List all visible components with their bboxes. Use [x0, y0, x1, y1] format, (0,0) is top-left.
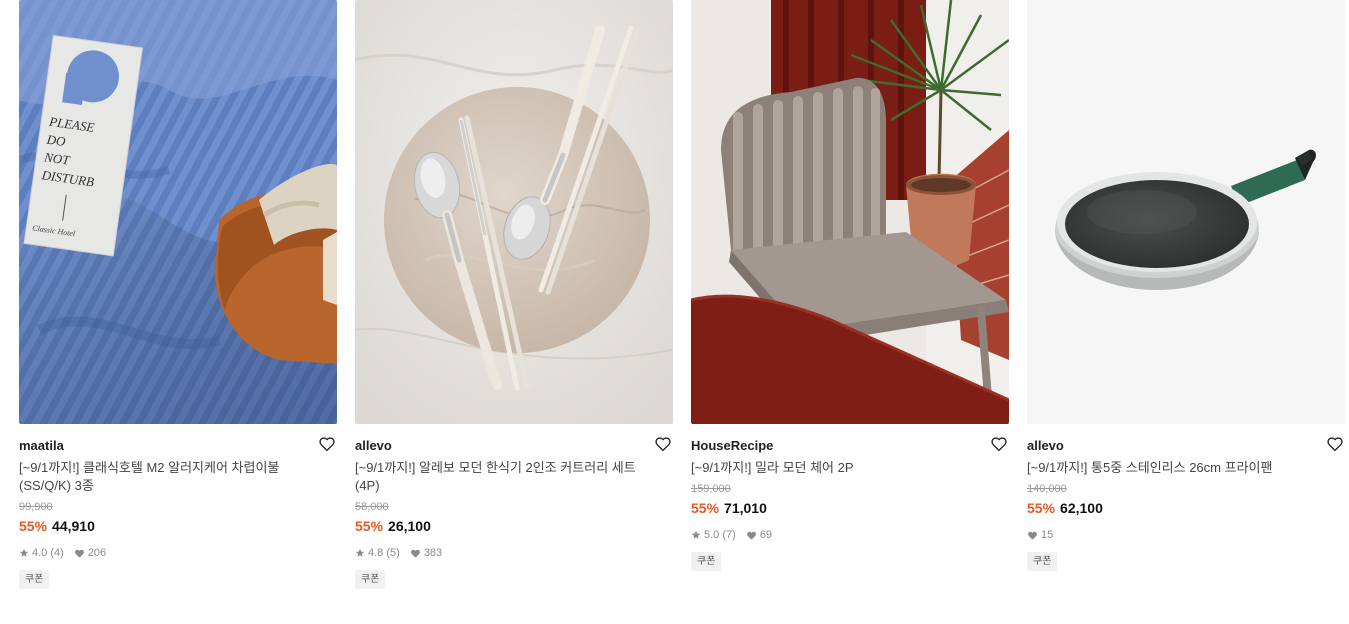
product-info: maatila [~9/1까지!] 클래식호텔 M2 알러지케어 차렵이불(SS… — [19, 424, 337, 589]
product-stats: 5.0 (7) 69 — [691, 527, 1009, 543]
likes-count: 206 — [87, 547, 107, 559]
wishlist-heart-icon[interactable] — [318, 435, 336, 453]
brand-name[interactable]: allevo — [1027, 437, 1345, 455]
price-row: 55% 26,100 — [355, 517, 673, 535]
heart-filled-icon — [1028, 531, 1037, 540]
discount-rate: 55% — [19, 518, 48, 534]
product-name[interactable]: [~9/1까지!] 통5중 스테인리스 26cm 프라이팬 — [1027, 459, 1332, 477]
discount-rate: 55% — [1027, 500, 1056, 516]
rating-value: 4.0 — [32, 547, 48, 559]
likes-count: 69 — [759, 529, 773, 541]
original-price: 140,000 — [1027, 483, 1067, 495]
original-price: 58,000 — [355, 501, 389, 513]
product-image-frying-pan[interactable] — [1027, 0, 1345, 424]
product-card[interactable]: HouseRecipe [~9/1까지!] 밀라 모던 체어 2P 159,00… — [691, 0, 1009, 589]
rating: 4.8 (5) — [355, 547, 400, 559]
tag-line-2: DO — [45, 131, 67, 149]
product-name[interactable]: [~9/1까지!] 알레보 모던 한식기 2인조 커트러리 세트 (4P) — [355, 459, 660, 495]
review-count: (5) — [386, 547, 400, 559]
rating: 5.0 (7) — [691, 529, 736, 541]
price-row: 55% 44,910 — [19, 517, 337, 535]
original-price: 99,900 — [19, 501, 53, 513]
brand-name[interactable]: allevo — [355, 437, 673, 455]
heart-filled-icon — [74, 549, 84, 558]
star-icon — [691, 530, 701, 539]
likes: 69 — [746, 529, 772, 541]
heart-filled-icon — [746, 531, 756, 540]
product-info: allevo [~9/1까지!] 통5중 스테인리스 26cm 프라이팬 140… — [1027, 424, 1345, 571]
product-stats: 4.8 (5) 383 — [355, 545, 673, 561]
product-card[interactable]: allevo [~9/1까지!] 알레보 모던 한식기 2인조 커트러리 세트 … — [355, 0, 673, 589]
product-name[interactable]: [~9/1까지!] 클래식호텔 M2 알러지케어 차렵이불(SS/Q/K) 3종 — [19, 459, 324, 495]
likes-count: 15 — [1041, 529, 1054, 541]
likes-count: 383 — [423, 547, 443, 559]
product-info: HouseRecipe [~9/1까지!] 밀라 모던 체어 2P 159,00… — [691, 424, 1009, 571]
brand-name[interactable]: maatila — [19, 437, 337, 455]
coupon-badge: 쿠폰 — [355, 570, 386, 589]
wishlist-heart-icon[interactable] — [1326, 435, 1344, 453]
product-image-cutlery[interactable] — [355, 0, 673, 424]
price-row: 55% 71,010 — [691, 499, 1009, 517]
heart-filled-icon — [410, 549, 420, 558]
discount-rate: 55% — [355, 518, 384, 534]
price-row: 55% 62,100 — [1027, 499, 1345, 517]
rating-value: 5.0 — [704, 529, 720, 541]
product-card[interactable]: PLEASE DO NOT DISTURB Classic Hotel maat… — [19, 0, 337, 589]
product-stats: 15 — [1027, 527, 1345, 543]
product-image-bedding[interactable]: PLEASE DO NOT DISTURB Classic Hotel — [19, 0, 337, 424]
wishlist-heart-icon[interactable] — [990, 435, 1008, 453]
star-icon — [19, 548, 29, 557]
review-count: (7) — [722, 529, 736, 541]
review-count: (4) — [50, 547, 64, 559]
likes: 383 — [410, 547, 442, 559]
original-price: 159,000 — [691, 483, 731, 495]
product-name[interactable]: [~9/1까지!] 밀라 모던 체어 2P — [691, 459, 996, 477]
brand-name[interactable]: HouseRecipe — [691, 437, 1009, 455]
sale-price: 26,100 — [388, 518, 431, 534]
star-icon — [355, 548, 365, 557]
sale-price: 71,010 — [724, 500, 767, 516]
discount-rate: 55% — [691, 500, 720, 516]
product-grid: PLEASE DO NOT DISTURB Classic Hotel maat… — [19, 0, 1345, 589]
product-stats: 4.0 (4) 206 — [19, 545, 337, 561]
product-card[interactable]: allevo [~9/1까지!] 통5중 스테인리스 26cm 프라이팬 140… — [1027, 0, 1345, 589]
product-info: allevo [~9/1까지!] 알레보 모던 한식기 2인조 커트러리 세트 … — [355, 424, 673, 589]
likes: 206 — [74, 547, 106, 559]
product-image-chair[interactable] — [691, 0, 1009, 424]
coupon-badge: 쿠폰 — [19, 570, 50, 589]
coupon-badge: 쿠폰 — [1027, 552, 1058, 571]
wishlist-heart-icon[interactable] — [654, 435, 672, 453]
coupon-badge: 쿠폰 — [691, 552, 722, 571]
rating: 4.0 (4) — [19, 547, 64, 559]
sale-price: 62,100 — [1060, 500, 1103, 516]
sale-price: 44,910 — [52, 518, 95, 534]
rating-value: 4.8 — [368, 547, 384, 559]
likes: 15 — [1027, 529, 1053, 541]
